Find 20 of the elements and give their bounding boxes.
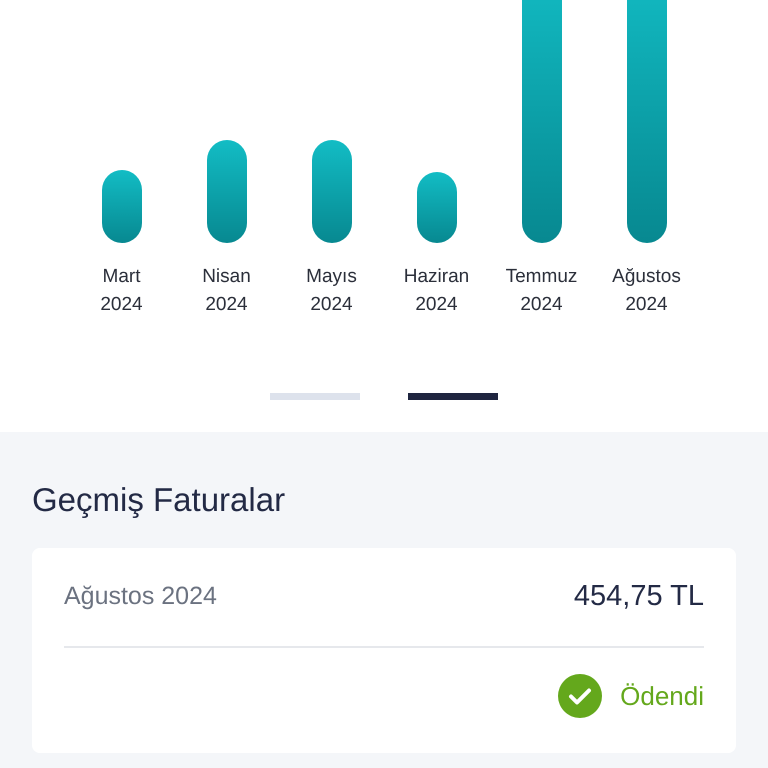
payment-status: Ödendi (620, 680, 704, 712)
invoice-card[interactable]: Ağustos 2024 454,75 TL Ödendi (32, 548, 736, 753)
section-title: Geçmiş Faturalar (32, 480, 286, 520)
month-label: Haziran (404, 265, 470, 289)
year-label: 2024 (520, 293, 563, 317)
chart-bar (416, 172, 456, 243)
month-label: Ağustos (612, 265, 681, 289)
year-label: 2024 (415, 293, 458, 317)
year-label: 2024 (310, 293, 353, 317)
page-indicator[interactable] (270, 393, 360, 400)
page-indicator[interactable] (408, 393, 498, 400)
year-label: 2024 (625, 293, 668, 317)
invoice-period: Ağustos 2024 (64, 581, 217, 612)
month-label: Temmuz (506, 265, 578, 289)
month-label: Nisan (202, 265, 251, 289)
year-label: 2024 (205, 293, 248, 317)
year-label: 2024 (100, 293, 143, 317)
month-label: Mart (102, 265, 140, 289)
invoice-amount: 454,75 TL (574, 579, 704, 614)
month-label: Mayıs (306, 265, 357, 289)
